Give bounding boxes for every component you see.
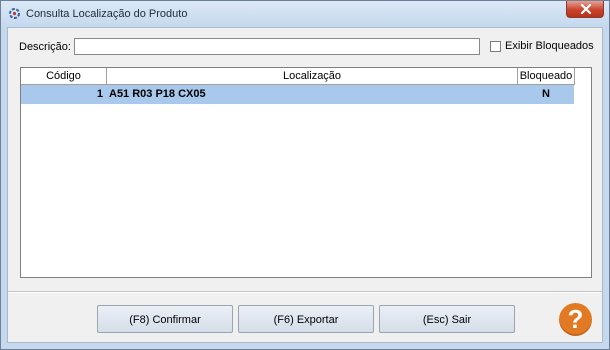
show-blocked-label[interactable]: Exibir Bloqueados bbox=[505, 40, 594, 52]
help-icon: ? bbox=[567, 304, 584, 334]
help-button[interactable]: ? bbox=[559, 303, 592, 336]
export-button[interactable]: (F6) Exportar bbox=[238, 305, 374, 333]
description-label: Descrição: bbox=[19, 41, 71, 53]
show-blocked-checkbox[interactable] bbox=[490, 41, 501, 52]
close-button[interactable] bbox=[566, 1, 604, 18]
cell-codigo: 1 bbox=[96, 88, 103, 100]
cell-bloqueado: N bbox=[542, 88, 550, 100]
column-header-codigo[interactable]: Código bbox=[21, 68, 107, 85]
description-input[interactable] bbox=[74, 38, 480, 55]
exit-button[interactable]: (Esc) Sair bbox=[379, 305, 515, 333]
close-icon bbox=[580, 4, 592, 14]
cell-localizacao: A51 R03 P18 CX05 bbox=[109, 88, 206, 100]
title-bar[interactable]: Consulta Localização do Produto bbox=[1, 1, 609, 27]
location-table[interactable]: Código Localização Bloqueado 1 A51 R03 P… bbox=[20, 67, 592, 278]
column-header-localizacao[interactable]: Localização bbox=[107, 68, 518, 85]
window-title: Consulta Localização do Produto bbox=[26, 8, 188, 20]
column-header-bloqueado[interactable]: Bloqueado bbox=[518, 68, 575, 85]
table-row[interactable]: 1 A51 R03 P18 CX05 N bbox=[21, 85, 574, 104]
confirm-button[interactable]: (F8) Confirmar bbox=[97, 305, 233, 333]
client-area: Descrição: Exibir Bloqueados Código Loca… bbox=[7, 27, 603, 343]
window: Consulta Localização do Produto Descriçã… bbox=[0, 0, 610, 350]
footer-divider bbox=[8, 291, 602, 293]
app-icon bbox=[8, 7, 21, 20]
